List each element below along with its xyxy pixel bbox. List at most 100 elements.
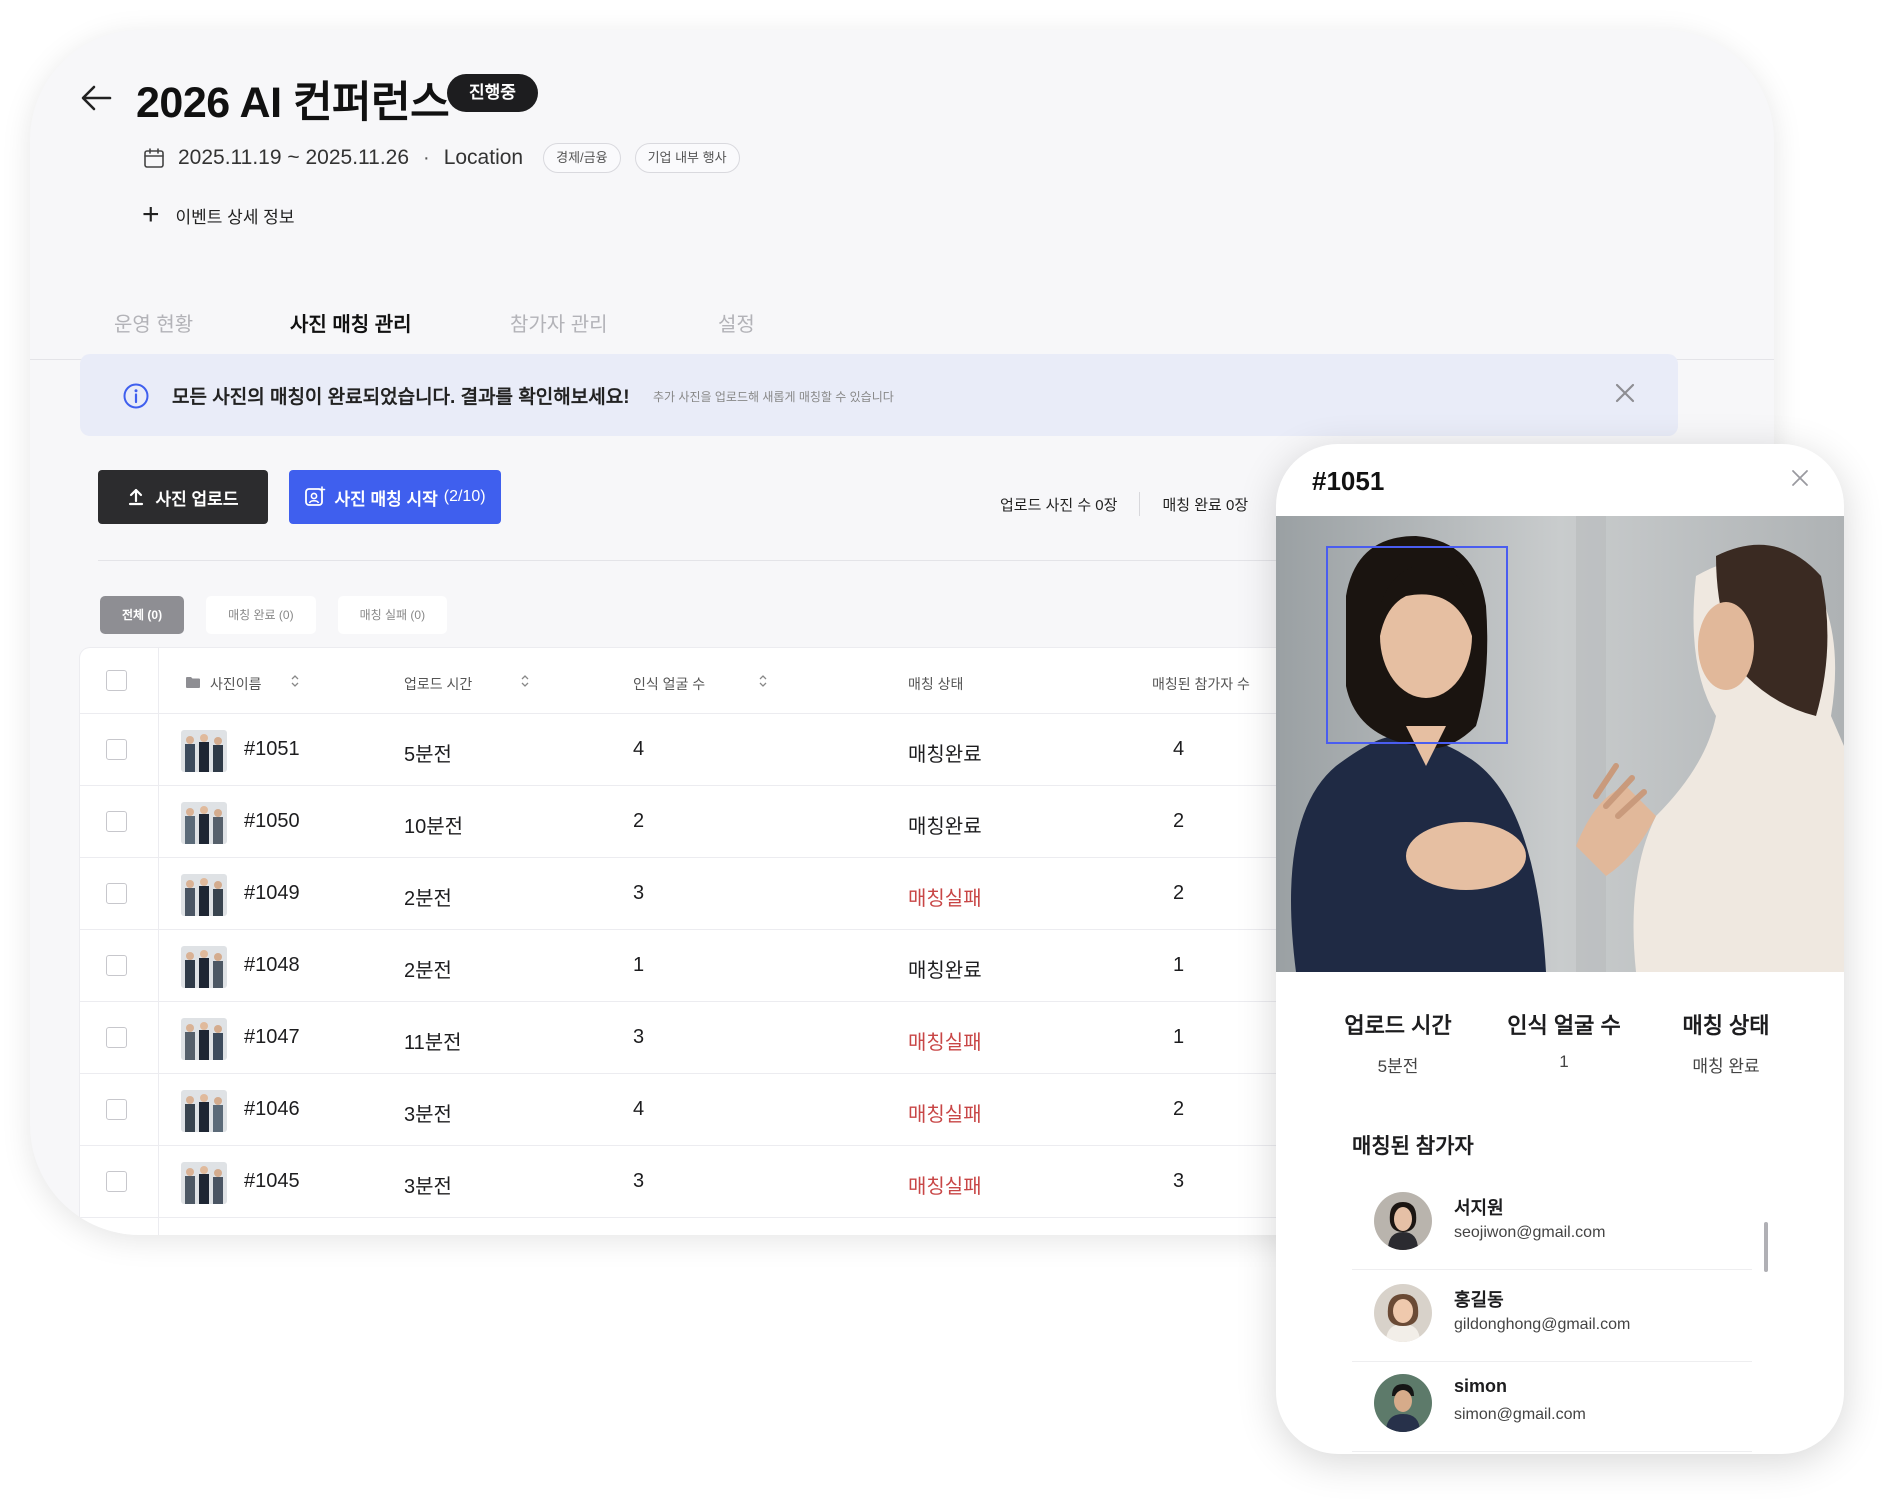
matched-count: 2	[1173, 882, 1185, 904]
sort-icon[interactable]	[290, 674, 300, 688]
participant-email: simon@gmail.com	[1454, 1406, 1586, 1423]
photo-thumbnail[interactable]	[181, 946, 227, 988]
photo-stats: 업로드 사진 수 0장 매칭 완료 0장	[1000, 492, 1248, 516]
participant-email: seojiwon@gmail.com	[1454, 1224, 1606, 1241]
sort-icon[interactable]	[758, 674, 768, 688]
tab-photo-matching[interactable]: 사진 매칭 관리	[290, 308, 412, 337]
table-row[interactable]: #1049 2분전 3 매칭실패 2	[80, 858, 1430, 930]
arrow-left-icon[interactable]	[76, 78, 116, 118]
face-count: 3	[633, 1170, 645, 1192]
row-checkbox[interactable]	[106, 811, 127, 832]
table-row[interactable]: #1046 3분전 4 매칭실패 2	[80, 1074, 1430, 1146]
photo-name[interactable]: #1046	[244, 1098, 300, 1121]
photo-thumbnail[interactable]	[181, 730, 227, 772]
meta-label: 업로드 시간	[1344, 1013, 1452, 1038]
photo-preview	[1276, 516, 1844, 972]
row-checkbox[interactable]	[106, 1171, 127, 1192]
meta-label: 인식 얼굴 수	[1507, 1013, 1621, 1038]
match-status: 매칭완료	[908, 744, 982, 766]
photo-name[interactable]: #1047	[244, 1026, 300, 1049]
scrollbar[interactable]	[1764, 1222, 1768, 1272]
participant-item[interactable]: 홍길동 gildonghong@gmail.com	[1352, 1272, 1752, 1362]
meta-value: 5분전	[1377, 1057, 1419, 1076]
row-checkbox[interactable]	[106, 955, 127, 976]
table-row[interactable]: #1047 11분전 3 매칭실패 1	[80, 1002, 1430, 1074]
photo-thumbnail[interactable]	[181, 1018, 227, 1060]
tab-settings[interactable]: 설정	[718, 308, 755, 337]
photo-thumbnail[interactable]	[181, 1090, 227, 1132]
upload-time: 3분전	[404, 1176, 452, 1198]
upload-time: 2분전	[404, 888, 452, 910]
photo-thumbnail[interactable]	[181, 874, 227, 916]
tab-overview[interactable]: 운영 현황	[114, 308, 193, 337]
meta-value: 매칭 완료	[1692, 1057, 1760, 1076]
close-icon[interactable]	[1790, 468, 1810, 488]
row-checkbox[interactable]	[106, 739, 127, 760]
column-header-match-status: 매칭 상태	[908, 676, 964, 692]
filter-failed[interactable]: 매칭 실패 (0)	[337, 596, 448, 634]
photo-name[interactable]: #1045	[244, 1170, 300, 1193]
event-detail-toggle[interactable]: + 이벤트 상세 정보	[142, 200, 294, 230]
event-detail-label: 이벤트 상세 정보	[175, 207, 295, 227]
face-detection-box[interactable]	[1326, 546, 1508, 744]
upload-time: 10분전	[404, 816, 464, 838]
filter-matched[interactable]: 매칭 완료 (0)	[206, 596, 316, 634]
match-status: 매칭완료	[908, 816, 982, 838]
match-status: 매칭완료	[908, 960, 982, 982]
avatar	[1374, 1284, 1432, 1342]
matched-count: 2	[1173, 810, 1185, 832]
sort-icon[interactable]	[520, 674, 530, 688]
matched-count: 1	[1173, 954, 1185, 976]
upload-time: 2분전	[404, 960, 452, 982]
matched-count: 4	[1173, 738, 1185, 760]
participant-item[interactable]: simon simon@gmail.com	[1352, 1362, 1752, 1452]
photo-name[interactable]: #1048	[244, 954, 300, 977]
tab-bar: 운영 현황 사진 매칭 관리 참가자 관리 설정	[30, 288, 1774, 360]
participant-name: 홍길동	[1454, 1290, 1504, 1310]
tab-participants[interactable]: 참가자 관리	[510, 308, 608, 337]
table-row[interactable]: #1045 3분전 3 매칭실패 3	[80, 1146, 1430, 1218]
table-row[interactable]: #1051 5분전 4 매칭완료 4	[80, 714, 1430, 786]
match-status: 매칭실패	[908, 1176, 982, 1198]
column-header-face-count[interactable]: 인식 얼굴 수	[633, 674, 705, 694]
close-icon[interactable]	[1612, 380, 1638, 406]
row-checkbox[interactable]	[106, 1027, 127, 1048]
column-header-name[interactable]: 사진이름	[210, 674, 262, 694]
start-matching-button[interactable]: 사진 매칭 시작 (2/10)	[289, 470, 501, 524]
table-header: 사진이름 업로드 시간 인식 얼굴 수 매칭 상태 매칭된 참가자 수	[80, 648, 1430, 714]
row-checkbox[interactable]	[106, 1099, 127, 1120]
uploaded-count: 업로드 사진 수 0장	[1000, 496, 1118, 514]
section-divider	[98, 560, 1338, 561]
row-checkbox[interactable]	[106, 883, 127, 904]
photo-name[interactable]: #1049	[244, 882, 300, 905]
banner-subtext: 추가 사진을 업로드해 새롭게 매칭할 수 있습니다	[653, 390, 894, 404]
matched-count: 3	[1173, 1170, 1185, 1192]
upload-icon	[128, 488, 143, 506]
photo-thumbnail[interactable]	[181, 1162, 227, 1204]
matched-count: 매칭 완료 0장	[1162, 496, 1249, 514]
select-all-checkbox[interactable]	[106, 670, 127, 691]
match-status: 매칭실패	[908, 1032, 982, 1054]
upload-photo-label: 사진 업로드	[155, 489, 239, 509]
upload-photo-button[interactable]: 사진 업로드	[98, 470, 268, 524]
matched-count: 1	[1173, 1026, 1185, 1048]
event-tag: 기업 내부 행사	[634, 143, 740, 173]
upload-time: 5분전	[404, 744, 452, 766]
filter-bar: 전체 (0) 매칭 완료 (0) 매칭 실패 (0)	[100, 596, 469, 634]
upload-time: 3분전	[404, 1104, 452, 1126]
photo-name[interactable]: #1051	[244, 738, 300, 761]
face-scan-icon	[305, 486, 326, 506]
column-header-upload-time[interactable]: 업로드 시간	[404, 674, 472, 694]
participant-item[interactable]: 서지원 seojiwon@gmail.com	[1352, 1180, 1752, 1270]
filter-all[interactable]: 전체 (0)	[100, 596, 185, 634]
match-status: 매칭실패	[908, 1104, 982, 1126]
photo-thumbnail[interactable]	[181, 802, 227, 844]
photo-detail-panel: #1051 업로드 시간 5분전 인식 얼굴 수 1 매칭 상태 매칭 완료 매…	[1276, 444, 1844, 1454]
panel-title: #1051	[1312, 466, 1385, 496]
folder-icon	[186, 677, 200, 688]
table-row[interactable]: #1048 2분전 1 매칭완료 1	[80, 930, 1430, 1002]
calendar-icon	[144, 148, 164, 168]
photo-name[interactable]: #1050	[244, 810, 300, 833]
match-status: 매칭실패	[908, 888, 982, 910]
table-row[interactable]: #1050 10분전 2 매칭완료 2	[80, 786, 1430, 858]
